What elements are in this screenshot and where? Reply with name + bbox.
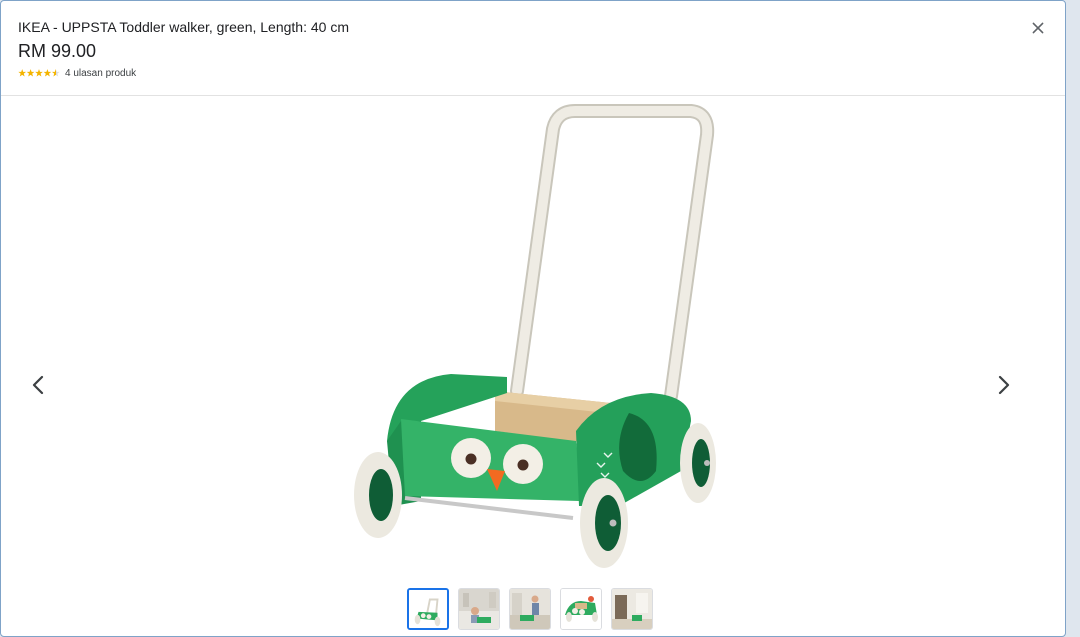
thumbnail-4[interactable]	[560, 588, 602, 630]
thumbnail-strip	[407, 588, 653, 630]
thumbnail-walker-top-image	[561, 589, 601, 629]
thumbnail-3[interactable]	[509, 588, 551, 630]
product-viewer-modal: IKEA - UPPSTA Toddler walker, green, Len…	[0, 0, 1066, 637]
chevron-right-icon[interactable]	[991, 373, 1015, 397]
chevron-left-icon[interactable]	[27, 373, 51, 397]
close-icon[interactable]	[1027, 17, 1049, 39]
thumbnail-bedroom-image	[612, 589, 652, 629]
thumbnail-child-walking-image	[510, 589, 550, 629]
product-header: IKEA - UPPSTA Toddler walker, green, Len…	[1, 1, 1065, 96]
product-price: RM 99.00	[18, 41, 97, 61]
thumbnail-2[interactable]	[458, 588, 500, 630]
product-title: IKEA - UPPSTA Toddler walker, green, Len…	[18, 19, 349, 35]
product-main-image	[354, 104, 716, 568]
star-rating-icon	[18, 69, 60, 77]
thumbnail-1[interactable]	[407, 588, 449, 630]
rating-row[interactable]: 4 ulasan produk	[18, 67, 136, 79]
review-count-link[interactable]: 4 ulasan produk	[65, 68, 136, 79]
thumbnail-walker-image	[409, 590, 447, 628]
thumbnail-room-image	[459, 589, 499, 629]
thumbnail-5[interactable]	[611, 588, 653, 630]
